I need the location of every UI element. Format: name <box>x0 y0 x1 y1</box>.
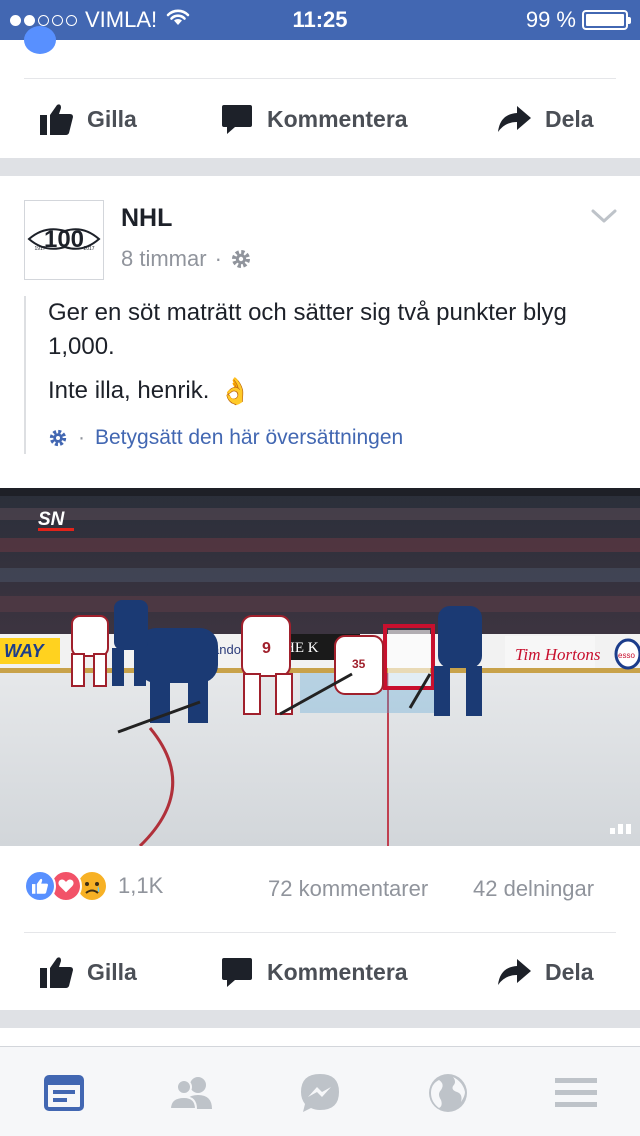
status-right: 99 % <box>525 7 631 33</box>
share-button[interactable]: Dela <box>497 104 594 134</box>
ok-hand-emoji-icon: 👌 <box>219 376 252 406</box>
globe-icon[interactable] <box>426 1071 470 1115</box>
goalie-number: 35 <box>352 657 366 671</box>
rate-separator: · <box>78 426 85 449</box>
like-reaction-icon <box>24 26 56 54</box>
post-time[interactable]: 8 timmar <box>121 246 207 272</box>
rate-translation-row: · Betygsätt den här översättningen <box>48 426 624 454</box>
share-label: Dela <box>545 958 594 985</box>
like-button[interactable]: Gilla <box>40 956 137 988</box>
like-label: Gilla <box>87 958 137 985</box>
status-bar: VIMLA! 11:25 99 % <box>0 0 640 40</box>
previous-post-card: Gilla Kommentera Dela <box>0 26 640 158</box>
board-ad-right: Tim Hortons <box>515 645 601 664</box>
translated-text-block: Ger en söt maträtt och sätter sig två pu… <box>24 296 624 454</box>
board-ad-far: esso <box>618 651 635 660</box>
menu-icon[interactable] <box>554 1071 598 1115</box>
post-actions: Gilla Kommentera Dela <box>0 932 640 1012</box>
hockey-scene-image: WAY andon L HE K Tim Hortons esso 9 35 S <box>0 488 640 846</box>
news-feed-icon[interactable] <box>42 1071 86 1115</box>
share-arrow-icon <box>498 106 531 132</box>
network-logo: SN <box>38 509 66 530</box>
comment-button[interactable]: Kommentera <box>221 103 408 135</box>
battery-percent: 99 % <box>525 7 576 32</box>
share-button[interactable]: Dela <box>497 957 594 987</box>
next-post-card <box>0 1028 640 1048</box>
like-label: Gilla <box>87 105 137 132</box>
comment-label: Kommentera <box>267 958 408 985</box>
like-button[interactable]: Gilla <box>40 103 137 135</box>
post-text-line2-row: Inte illa, henrik. 👌 <box>48 374 624 408</box>
rate-translation-link[interactable]: Betygsätt den här översättningen <box>95 426 403 450</box>
post-text-line1: Ger en söt maträtt och sätter sig två pu… <box>48 299 567 360</box>
like-reaction-icon <box>24 870 56 902</box>
thumbs-up-icon <box>40 957 73 988</box>
battery-icon <box>582 10 631 30</box>
share-label: Dela <box>545 105 594 132</box>
post-meta: 8 timmar · <box>121 246 252 272</box>
reactions-summary[interactable]: 1,1K <box>24 870 163 902</box>
nhl-100-logo: 100 1917 2017 <box>27 226 101 253</box>
reactions-count: 1,1K <box>118 873 164 898</box>
chevron-down-icon[interactable] <box>590 206 618 226</box>
share-arrow-icon <box>498 959 531 985</box>
thumbs-up-icon <box>40 104 73 135</box>
friends-icon[interactable] <box>170 1071 214 1115</box>
tab-bar <box>0 1046 640 1136</box>
screen: { "status_bar": { "carrier": "VIMLA!", "… <box>0 0 640 1136</box>
shares-count[interactable]: 42 delningar <box>473 876 594 902</box>
comment-bubble-icon <box>222 105 252 134</box>
battery-level <box>586 14 624 26</box>
gear-icon <box>49 429 67 447</box>
jersey-number: 9 <box>262 640 271 657</box>
logo-text: 100 <box>44 226 84 253</box>
logo-year-start: 1917 <box>34 246 45 252</box>
gear-icon <box>231 250 250 268</box>
page-avatar[interactable]: 100 1917 2017 <box>24 200 104 280</box>
comment-label: Kommentera <box>267 105 408 132</box>
comments-count[interactable]: 72 kommentarer <box>268 876 428 902</box>
messenger-icon[interactable] <box>298 1071 342 1115</box>
comment-bubble-icon <box>222 958 252 987</box>
page-name[interactable]: NHL <box>121 204 172 233</box>
comment-button[interactable]: Kommentera <box>221 956 408 988</box>
meta-separator: · <box>214 246 222 271</box>
post-image[interactable]: WAY andon L HE K Tim Hortons esso 9 35 S <box>0 488 640 846</box>
logo-year-end: 2017 <box>83 246 94 252</box>
post-text-line2: Inte illa, henrik. <box>48 377 210 404</box>
board-ad-left: WAY <box>4 641 46 661</box>
